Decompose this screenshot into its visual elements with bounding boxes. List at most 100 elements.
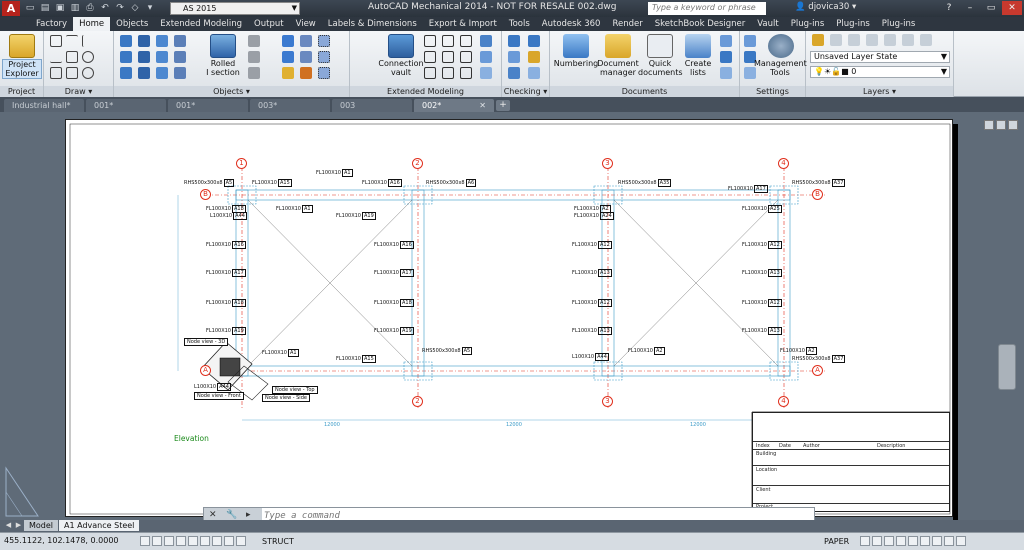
ribbon-tab-objects[interactable]: Objects: [110, 17, 154, 31]
bolts-icon[interactable]: [282, 67, 294, 79]
connection-vault-button[interactable]: Connection vault: [376, 59, 426, 77]
ribbon-tab-extended-modeling[interactable]: Extended Modeling: [154, 17, 248, 31]
ellipse-icon[interactable]: [82, 67, 94, 79]
restore-viewport-button[interactable]: [996, 120, 1006, 130]
shear-studs-icon[interactable]: [318, 67, 330, 79]
coordinates-readout[interactable]: 455.1122, 102.1478, 0.0000: [4, 536, 119, 545]
ribbon-tab-home[interactable]: Home: [73, 17, 111, 31]
minimize-viewport-button[interactable]: [984, 120, 994, 130]
ribbon-tab-plug-ins[interactable]: Plug-ins: [876, 17, 922, 31]
search-input[interactable]: Type a keyword or phrase: [648, 2, 766, 15]
drawing-area[interactable]: 1 2 3 4 2 3 4 B B A A FL100X10 A1 RHS500x…: [0, 112, 1024, 522]
chevron-up-icon[interactable]: ▸: [246, 510, 251, 520]
plate-rect-icon[interactable]: [282, 35, 294, 47]
holes-icon[interactable]: [300, 67, 312, 79]
beam-icon[interactable]: [120, 35, 132, 47]
ribbon-tab-output[interactable]: Output: [248, 17, 290, 31]
ribbon-tab-render[interactable]: Render: [606, 17, 648, 31]
ribbon-tab-tools[interactable]: Tools: [503, 17, 536, 31]
lwt-toggle[interactable]: [236, 536, 246, 546]
help-icon[interactable]: ?: [939, 1, 959, 15]
project-explorer-button[interactable]: Project Explorer: [2, 59, 42, 79]
redo-icon[interactable]: ↷: [114, 2, 126, 14]
grating-icon[interactable]: [318, 35, 330, 47]
close-icon[interactable]: ✕: [479, 99, 486, 112]
split-plate-icon[interactable]: [282, 51, 294, 63]
compound-icon[interactable]: [138, 51, 150, 63]
rectangle-icon[interactable]: [66, 51, 78, 63]
panel-checking-title[interactable]: Checking ▾: [502, 86, 549, 97]
panel-layers-title[interactable]: Layers ▾: [806, 86, 953, 97]
save-icon[interactable]: ▣: [54, 2, 66, 14]
layer-select[interactable]: 💡☀🔓■ 0 ▼: [810, 66, 950, 78]
layer-unlock-icon[interactable]: [902, 34, 914, 46]
first-tab-icon[interactable]: ◀: [4, 520, 13, 531]
joint-icon[interactable]: [460, 67, 472, 79]
clash-check-icon[interactable]: [508, 35, 520, 47]
quick-view-icon[interactable]: [860, 536, 870, 546]
close-button[interactable]: ✕: [1002, 1, 1022, 15]
ribbon-tab-sketchbook-designer[interactable]: SketchBook Designer: [649, 17, 752, 31]
ducs-toggle[interactable]: [212, 536, 222, 546]
layer-isolate-icon[interactable]: [848, 34, 860, 46]
workspace-select[interactable]: AS 2015 ▼: [170, 2, 300, 15]
ribbon-tab-plug-ins[interactable]: Plug-ins: [785, 17, 831, 31]
model-check-icon[interactable]: [508, 51, 520, 63]
ortho-toggle[interactable]: [164, 536, 174, 546]
isolate-icon[interactable]: [944, 536, 954, 546]
arc-icon[interactable]: [82, 35, 94, 47]
layout-tab[interactable]: A1 Advance Steel: [59, 520, 140, 531]
portal-frame-icon[interactable]: [424, 51, 436, 63]
audit-icon[interactable]: [528, 35, 540, 47]
ribbon-tab-vault[interactable]: Vault: [751, 17, 784, 31]
quick-documents-button[interactable]: Quick documents: [638, 59, 683, 77]
highlight-icon[interactable]: [528, 51, 540, 63]
anchor-icon[interactable]: [174, 51, 186, 63]
ribbon-tab-export-import[interactable]: Export & Import: [423, 17, 503, 31]
rolled-i-section-button[interactable]: Rolled I section: [200, 59, 246, 77]
grid-toggle[interactable]: [152, 536, 162, 546]
ribbon-tab-autodesk-360[interactable]: Autodesk 360: [536, 17, 607, 31]
user-account[interactable]: 👤 djovica30 ▾: [795, 2, 856, 12]
polar-toggle[interactable]: [176, 536, 186, 546]
bom-icon[interactable]: [720, 67, 732, 79]
layer-lock-icon[interactable]: [884, 34, 896, 46]
ribbon-tab-view[interactable]: View: [290, 17, 322, 31]
circle-icon[interactable]: [82, 51, 94, 63]
layer-properties-icon[interactable]: [812, 34, 824, 46]
profile-icon[interactable]: [248, 35, 260, 47]
stair-icon[interactable]: [424, 35, 436, 47]
new-icon[interactable]: ▭: [24, 2, 36, 14]
qat-dropdown-icon[interactable]: ▾: [144, 2, 156, 14]
management-tools-button[interactable]: Management Tools: [754, 59, 807, 77]
save-as-icon[interactable]: ▥: [69, 2, 81, 14]
open-icon[interactable]: ▤: [39, 2, 51, 14]
layout-tab[interactable]: Model: [24, 520, 59, 531]
lock-icon[interactable]: [920, 536, 930, 546]
bolt-icon[interactable]: [174, 35, 186, 47]
bracing-icon[interactable]: [442, 51, 454, 63]
numbering-button[interactable]: Numbering: [552, 59, 600, 68]
document-tab[interactable]: 001*: [168, 99, 248, 112]
document-tab[interactable]: 003*: [250, 99, 330, 112]
railing-icon[interactable]: [442, 35, 454, 47]
pattern-icon[interactable]: [318, 51, 330, 63]
workspace-icon[interactable]: [908, 536, 918, 546]
settings-icon-a[interactable]: [744, 35, 756, 47]
plate-poly-icon[interactable]: [300, 35, 312, 47]
polyline-icon[interactable]: [66, 35, 78, 47]
dstv-icon[interactable]: [720, 51, 732, 63]
share-icon[interactable]: ◇: [129, 2, 141, 14]
angle-icon[interactable]: [248, 67, 260, 79]
layer-state-select[interactable]: Unsaved Layer State ▼: [810, 51, 950, 63]
document-tab[interactable]: 002* ✕: [414, 99, 494, 112]
paper-space-toggle[interactable]: PAPER: [824, 537, 849, 546]
tube-icon[interactable]: [248, 51, 260, 63]
snap-toggle[interactable]: [140, 536, 150, 546]
joint-box-icon[interactable]: [480, 35, 492, 47]
layer-off-icon[interactable]: [830, 34, 842, 46]
cage-ladder-icon[interactable]: [460, 35, 472, 47]
ribbon-tab-plug-ins[interactable]: Plug-ins: [830, 17, 876, 31]
panel-draw-title[interactable]: Draw ▾: [44, 86, 113, 97]
copy-joint-icon[interactable]: [480, 51, 492, 63]
